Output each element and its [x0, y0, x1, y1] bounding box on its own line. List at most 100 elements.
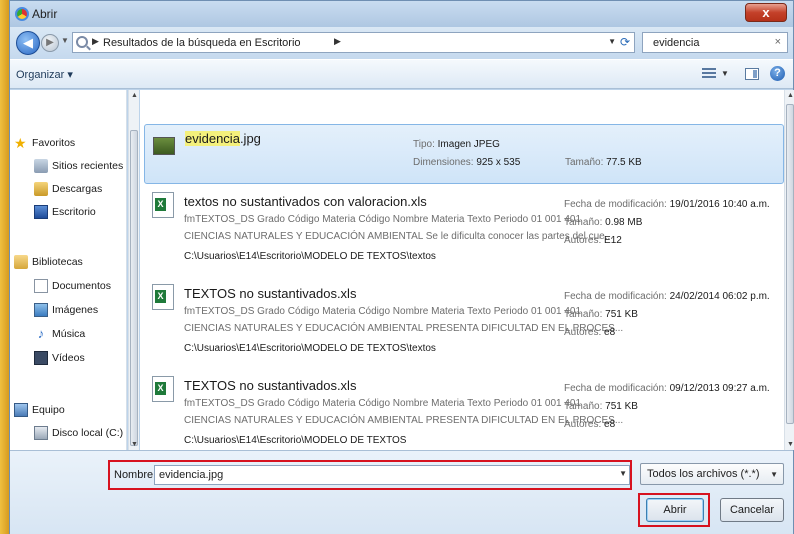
- nav-item-computer[interactable]: Equipo: [14, 401, 65, 419]
- file-size: Tamaño: 0.98 MB: [564, 217, 643, 228]
- nav-item-label: Disco local (C:): [52, 427, 124, 439]
- nav-item-label: Imágenes: [52, 304, 99, 316]
- image-file-icon: [153, 137, 175, 155]
- organize-button[interactable]: Organizar ▾: [16, 68, 73, 81]
- address-dropdown-icon[interactable]: ▼: [608, 37, 616, 46]
- scroll-down-icon[interactable]: ▼: [131, 441, 138, 448]
- cancel-button[interactable]: Cancelar: [720, 498, 784, 522]
- breadcrumb-path[interactable]: Resultados de la búsqueda en Escritorio: [103, 37, 301, 49]
- nav-item-desktop[interactable]: Escritorio: [34, 203, 96, 221]
- nav-item-local-disk[interactable]: Disco local (C:): [34, 424, 123, 442]
- change-view-icon[interactable]: [702, 68, 716, 80]
- preview-pane-icon[interactable]: [745, 68, 759, 80]
- search-results-list: evidencia.jpg Tipo: Imagen JPEG Dimensio…: [140, 90, 784, 450]
- file-size: Tamaño: 751 KB: [564, 309, 638, 320]
- forward-button[interactable]: ▶: [41, 34, 59, 52]
- local-disk-icon: [34, 426, 48, 440]
- nav-item-label: Sitios recientes: [52, 160, 124, 172]
- file-name-input[interactable]: evidencia.jpg: [154, 465, 630, 485]
- scroll-up-icon[interactable]: ▲: [787, 92, 794, 99]
- chrome-icon: [15, 7, 29, 21]
- back-button[interactable]: ◀: [16, 31, 40, 55]
- nav-pane-scrollbar[interactable]: ▲ ▼: [128, 90, 139, 450]
- background-strip: [0, 0, 9, 534]
- recent-locations-dropdown[interactable]: ▼: [61, 36, 69, 45]
- file-path: C:\Usuarios\E14\Escritorio\MODELO DE TEX…: [184, 435, 407, 446]
- scrollbar-thumb[interactable]: [786, 104, 794, 424]
- window-title: Abrir: [32, 7, 58, 21]
- view-dropdown-icon[interactable]: ▼: [721, 69, 729, 78]
- breadcrumb-arrow-icon[interactable]: ▶: [92, 36, 99, 47]
- pictures-icon: [34, 303, 48, 317]
- file-path: C:\Usuarios\E14\Escritorio\MODELO DE TEX…: [184, 251, 436, 262]
- scrollbar-thumb[interactable]: [130, 130, 138, 446]
- file-authors: Autores: e8: [564, 327, 616, 338]
- list-item[interactable]: TEXTOS no sustantivados.xls fmTEXTOS_DS …: [144, 372, 784, 450]
- file-name: evidencia.jpg: [185, 131, 261, 146]
- file-name: TEXTOS no sustantivados.xls: [184, 378, 357, 393]
- recent-places-icon: [34, 159, 48, 173]
- desktop-icon: [34, 205, 48, 219]
- nav-item-favorites[interactable]: ★ Favoritos: [14, 134, 75, 152]
- search-input[interactable]: evidencia: [653, 37, 699, 49]
- file-size: Tamaño: 751 KB: [564, 401, 638, 412]
- nav-item-documents[interactable]: Documentos: [34, 277, 111, 295]
- search-box[interactable]: evidencia ×: [642, 32, 788, 53]
- downloads-icon: [34, 182, 48, 196]
- excel-file-icon: [152, 192, 174, 218]
- file-authors: Autores: E12: [564, 235, 622, 246]
- videos-icon: [34, 351, 48, 365]
- file-name-dropdown-icon[interactable]: ▼: [619, 469, 627, 478]
- list-item[interactable]: textos no sustantivados con valoracion.x…: [144, 188, 784, 270]
- list-item[interactable]: evidencia.jpg Tipo: Imagen JPEG Dimensio…: [144, 124, 784, 184]
- results-scrollbar[interactable]: ▲ ▼: [784, 90, 794, 450]
- file-snippet: fmTEXTOS_DS Grado Código Materia Código …: [184, 398, 582, 409]
- navigation-pane: ★ Favoritos Sitios recientes Descargas E…: [10, 90, 127, 450]
- nav-item-pictures[interactable]: Imágenes: [34, 301, 98, 319]
- file-size: Tamaño: 77.5 KB: [565, 157, 642, 168]
- nav-item-label: Equipo: [32, 404, 65, 416]
- scroll-down-icon[interactable]: ▼: [787, 441, 794, 448]
- file-snippet: CIENCIAS NATURALES Y EDUCACIÓN AMBIENTAL…: [184, 415, 624, 426]
- excel-file-icon: [152, 284, 174, 310]
- scroll-up-icon[interactable]: ▲: [131, 92, 138, 99]
- open-button[interactable]: Abrir: [646, 498, 704, 522]
- libraries-icon: [14, 255, 28, 269]
- navigation-bar: ◀ ▶ ▼ ▶ Resultados de la búsqueda en Esc…: [10, 27, 793, 59]
- nav-item-label: Documentos: [52, 280, 111, 292]
- chevron-down-icon[interactable]: ▼: [770, 470, 778, 479]
- search-results-icon: [76, 36, 88, 48]
- file-snippet: fmTEXTOS_DS Grado Código Materia Código …: [184, 214, 582, 225]
- excel-file-icon: [152, 376, 174, 402]
- nav-item-label: Vídeos: [52, 352, 85, 364]
- nav-item-label: Escritorio: [52, 206, 96, 218]
- open-button-highlight: Abrir: [638, 493, 710, 527]
- file-name: TEXTOS no sustantivados.xls: [184, 286, 357, 301]
- breadcrumb-arrow-icon[interactable]: ▶: [334, 36, 341, 47]
- file-snippet: fmTEXTOS_DS Grado Código Materia Código …: [184, 306, 582, 317]
- file-type-value: Todos los archivos (*.*): [647, 468, 760, 480]
- nav-item-libraries[interactable]: Bibliotecas: [14, 253, 83, 271]
- nav-item-recent-places[interactable]: Sitios recientes: [34, 157, 123, 175]
- nav-item-downloads[interactable]: Descargas: [34, 180, 102, 198]
- file-name-label: Nombre:: [114, 469, 157, 481]
- nav-item-label: Favoritos: [32, 137, 76, 149]
- file-type-select[interactable]: Todos los archivos (*.*) ▼: [640, 463, 784, 485]
- title-bar: Abrir x: [10, 1, 793, 27]
- computer-icon: [14, 403, 28, 417]
- file-name-highlight: Nombre: evidencia.jpg ▼: [108, 460, 632, 490]
- nav-item-music[interactable]: ♪ Música: [34, 325, 86, 343]
- music-icon: ♪: [37, 326, 45, 341]
- file-name-area: Nombre: evidencia.jpg ▼ Todos los archiv…: [10, 450, 793, 534]
- list-item[interactable]: TEXTOS no sustantivados.xls fmTEXTOS_DS …: [144, 280, 784, 362]
- help-icon[interactable]: ?: [770, 66, 785, 81]
- star-icon: ★: [14, 135, 27, 151]
- command-bar: Organizar ▾ ▼ ?: [10, 59, 793, 89]
- address-bar[interactable]: ▶ Resultados de la búsqueda en Escritori…: [72, 32, 635, 53]
- modified-date: Fecha de modificación: 19/01/2016 10:40 …: [564, 199, 770, 210]
- close-button[interactable]: x: [745, 3, 787, 22]
- documents-icon: [34, 279, 48, 293]
- clear-search-icon[interactable]: ×: [775, 36, 781, 48]
- refresh-icon[interactable]: ⟳: [618, 35, 632, 49]
- nav-item-videos[interactable]: Vídeos: [34, 349, 85, 367]
